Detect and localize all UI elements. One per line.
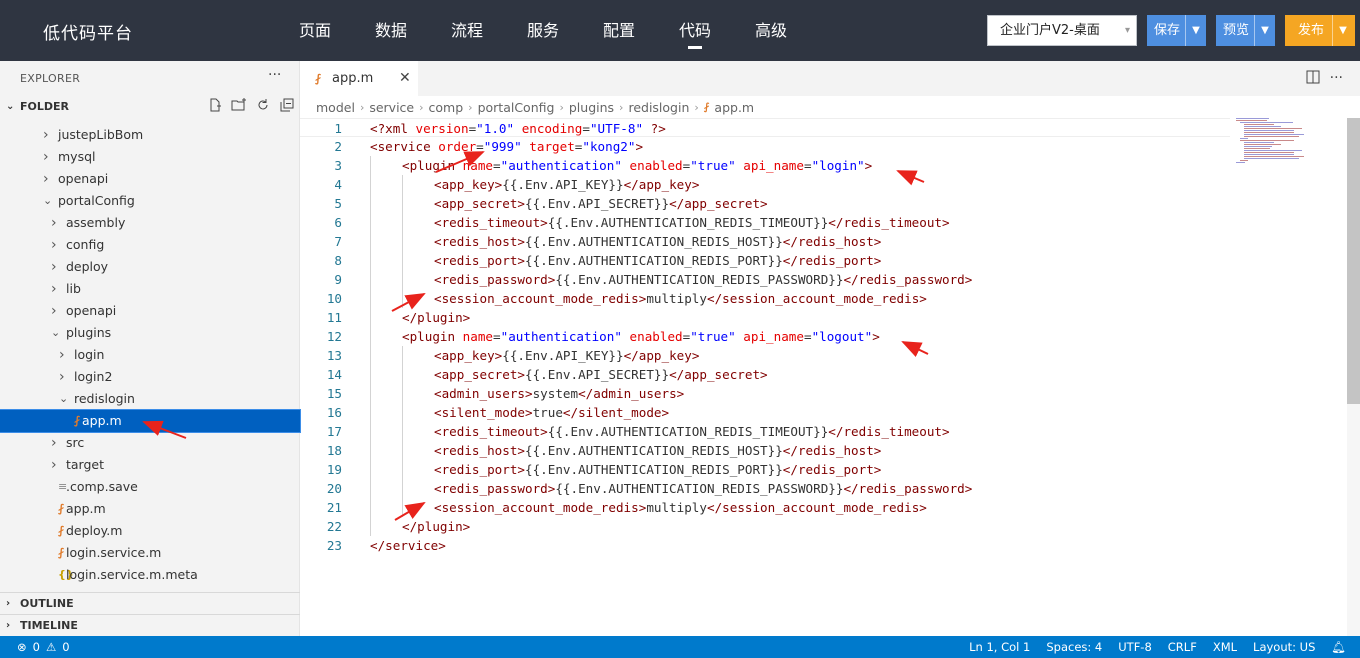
annotation-arrow — [901, 341, 929, 358]
annotation-arrow — [142, 420, 187, 439]
status-right: Ln 1, Col 1 Spaces: 4 UTF-8 CRLF XML Lay… — [969, 636, 1346, 658]
annotation-arrow — [394, 501, 426, 521]
annotation-arrow — [896, 170, 925, 186]
indentation[interactable]: Spaces: 4 — [1046, 636, 1102, 658]
error-icon: ⊗ — [17, 640, 27, 654]
annotation-arrows — [142, 151, 929, 521]
file-encoding[interactable]: UTF-8 — [1118, 636, 1152, 658]
warning-icon: ⚠ — [45, 640, 57, 654]
annotation-arrow — [391, 293, 426, 312]
keyboard-layout[interactable]: Layout: US — [1253, 636, 1315, 658]
annotation-arrow — [435, 151, 485, 173]
language-mode[interactable]: XML — [1213, 636, 1237, 658]
bell-icon[interactable]: 🔔︎ — [1331, 636, 1346, 658]
error-count: 0 — [32, 640, 40, 654]
problems-indicator[interactable]: ⊗ 0 ⚠ 0 — [17, 636, 70, 658]
warning-count: 0 — [62, 640, 70, 654]
cursor-position[interactable]: Ln 1, Col 1 — [969, 636, 1030, 658]
status-bar: ⊗ 0 ⚠ 0 Ln 1, Col 1 Spaces: 4 UTF-8 CRLF… — [0, 636, 1360, 658]
end-of-line[interactable]: CRLF — [1168, 636, 1197, 658]
